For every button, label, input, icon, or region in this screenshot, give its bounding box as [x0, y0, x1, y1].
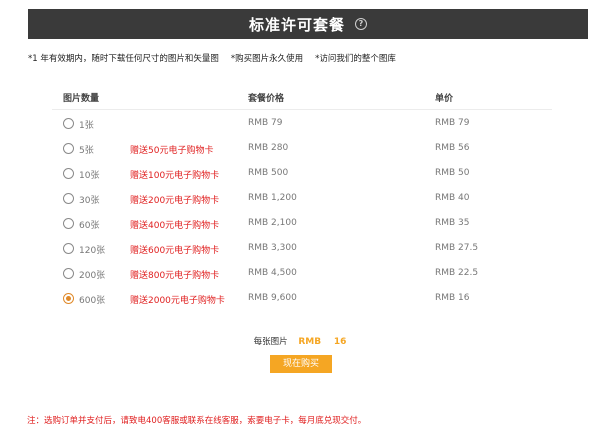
package-quantity: 1张	[79, 121, 94, 131]
summary-currency: RMB	[298, 337, 322, 347]
package-unit-price: RMB 56	[435, 143, 470, 153]
package-price: RMB 2,100	[248, 218, 297, 228]
package-price: RMB 1,200	[248, 193, 297, 203]
purchase-note: 注：选购订单并支付后，请致电400客服或联系在线客服，索要电子卡，每月底兑现交付…	[27, 416, 367, 426]
package-radio[interactable]	[63, 268, 74, 279]
package-row[interactable]: 10张 赠送100元电子购物卡 RMB 500 RMB 50	[0, 166, 600, 184]
package-quantity: 30张	[79, 196, 100, 206]
package-row[interactable]: 60张 赠送400元电子购物卡 RMB 2,100 RMB 35	[0, 216, 600, 234]
package-unit-price: RMB 40	[435, 193, 470, 203]
package-quantity: 120张	[79, 246, 106, 256]
package-header: 标准许可套餐 ?	[28, 9, 588, 39]
help-icon[interactable]: ?	[355, 18, 367, 30]
package-unit-price: RMB 27.5	[435, 243, 479, 253]
package-price: RMB 500	[248, 168, 289, 178]
header-divider	[52, 109, 552, 110]
buy-now-button[interactable]: 现在购买	[270, 355, 332, 373]
package-quantity: 5张	[79, 146, 94, 156]
package-radio[interactable]	[63, 118, 74, 129]
package-radio[interactable]	[63, 243, 74, 254]
package-unit-price: RMB 50	[435, 168, 470, 178]
package-gift: 赠送800元电子购物卡	[130, 271, 220, 281]
package-radio-selected[interactable]	[63, 293, 74, 304]
package-gift: 赠送2000元电子购物卡	[130, 296, 225, 306]
feature-list: *1 年有效期内，随时下载任何尺寸的图片和矢量图 *购买图片永久使用 *访问我们…	[28, 52, 396, 64]
table-header: 图片数量 套餐价格 单价	[0, 91, 600, 105]
package-row[interactable]: 5张 赠送50元电子购物卡 RMB 280 RMB 56	[0, 141, 600, 159]
package-row[interactable]: 200张 赠送800元电子购物卡 RMB 4,500 RMB 22.5	[0, 266, 600, 284]
package-price: RMB 280	[248, 143, 289, 153]
feature-item: *1 年有效期内，随时下载任何尺寸的图片和矢量图	[28, 54, 219, 64]
column-header-quantity: 图片数量	[63, 94, 100, 104]
package-title: 标准许可套餐	[248, 15, 345, 34]
summary-label: 每张图片	[253, 337, 288, 347]
package-row[interactable]: 30张 赠送200元电子购物卡 RMB 1,200 RMB 40	[0, 191, 600, 209]
package-quantity: 10张	[79, 171, 100, 181]
package-quantity: 600张	[79, 296, 106, 306]
package-radio[interactable]	[63, 193, 74, 204]
per-image-summary: 每张图片 RMB 16	[0, 335, 600, 347]
package-row[interactable]: 120张 赠送600元电子购物卡 RMB 3,300 RMB 27.5	[0, 241, 600, 259]
package-price: RMB 79	[248, 118, 283, 128]
package-row[interactable]: 600张 赠送2000元电子购物卡 RMB 9,600 RMB 16	[0, 291, 600, 309]
column-header-package-price: 套餐价格	[248, 94, 285, 104]
feature-item: *访问我们的整个图库	[315, 54, 396, 64]
feature-item: *购买图片永久使用	[230, 54, 304, 64]
package-unit-price: RMB 22.5	[435, 268, 479, 278]
package-quantity: 60张	[79, 221, 100, 231]
package-gift: 赠送600元电子购物卡	[130, 246, 220, 256]
package-gift: 赠送100元电子购物卡	[130, 171, 220, 181]
package-unit-price: RMB 35	[435, 218, 470, 228]
package-price: RMB 9,600	[248, 293, 297, 303]
package-price: RMB 4,500	[248, 268, 297, 278]
column-header-unit-price: 单价	[435, 94, 454, 104]
package-unit-price: RMB 79	[435, 118, 470, 128]
summary-value: 16	[333, 337, 347, 347]
package-radio[interactable]	[63, 143, 74, 154]
package-gift: 赠送200元电子购物卡	[130, 196, 220, 206]
package-radio[interactable]	[63, 168, 74, 179]
package-gift: 赠送400元电子购物卡	[130, 221, 220, 231]
package-row[interactable]: 1张 RMB 79 RMB 79	[0, 116, 600, 134]
package-price: RMB 3,300	[248, 243, 297, 253]
package-quantity: 200张	[79, 271, 106, 281]
package-gift: 赠送50元电子购物卡	[130, 146, 214, 156]
package-radio[interactable]	[63, 218, 74, 229]
package-unit-price: RMB 16	[435, 293, 470, 303]
